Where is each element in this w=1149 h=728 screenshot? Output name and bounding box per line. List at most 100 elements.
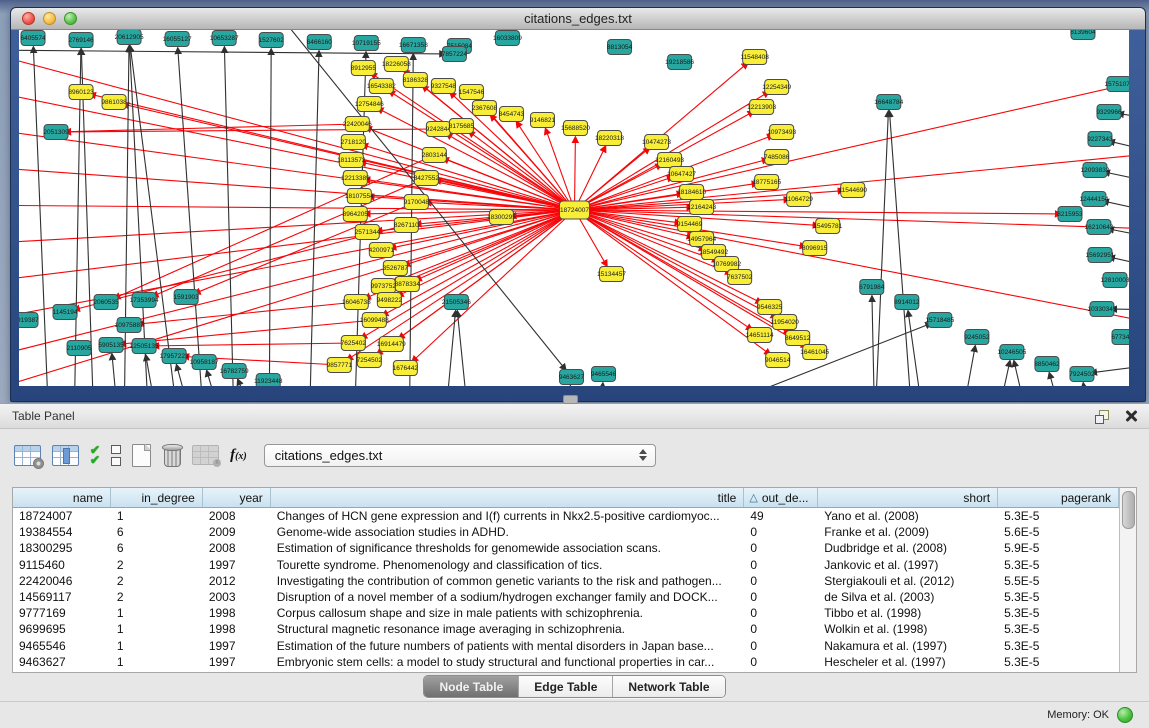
citation-edge-black[interactable] [1014, 361, 1030, 386]
table-cell[interactable]: 2 [111, 590, 203, 604]
table-cell[interactable]: 2008 [203, 541, 271, 555]
table-cell[interactable]: Wolkin et al. (1998) [818, 622, 998, 636]
delete-column-button[interactable] [162, 440, 181, 470]
table-cell[interactable]: 5.3E-5 [998, 639, 1119, 653]
table-cell[interactable]: Jankovic et al. (1997) [818, 558, 998, 572]
tab-network-table[interactable]: Network Table [612, 676, 724, 697]
network-window[interactable]: citations_edges.txt 18724007182260588912… [10, 7, 1146, 402]
table-row[interactable]: 2242004622012Investigating the contribut… [13, 573, 1119, 589]
table-row[interactable]: 1456911722003Disruption of a novel membe… [13, 589, 1119, 605]
table-cell[interactable]: 1997 [203, 558, 271, 572]
table-cell[interactable]: Dudbridge et al. (2008) [818, 541, 998, 555]
table-cell[interactable]: 19384554 [13, 525, 111, 539]
table-cell[interactable]: 5.3E-5 [998, 655, 1119, 669]
table-cell[interactable]: 9115460 [13, 558, 111, 572]
table-cell[interactable]: 1 [111, 622, 203, 636]
table-cell[interactable]: 2 [111, 558, 203, 572]
minimize-window-button[interactable] [43, 12, 56, 25]
network-window-titlebar[interactable]: citations_edges.txt [11, 8, 1145, 30]
table-cell[interactable]: 5.3E-5 [998, 606, 1119, 620]
table-cell[interactable]: 1 [111, 509, 203, 523]
citation-edge-black[interactable] [130, 46, 150, 386]
table-cell[interactable]: Stergiakouli et al. (2012) [818, 574, 998, 588]
table-cell[interactable]: 9699695 [13, 622, 111, 636]
citation-edge-black[interactable] [224, 47, 234, 386]
table-cell[interactable]: 6 [111, 525, 203, 539]
table-row[interactable]: 946554611997Estimation of the future num… [13, 638, 1119, 654]
table-cell[interactable]: Changes of HCN gene expression and I(f) … [271, 509, 745, 523]
table-cell[interactable]: 0 [744, 606, 818, 620]
citation-edge-black[interactable] [872, 296, 875, 386]
table-cell[interactable]: 2008 [203, 509, 271, 523]
table-cell[interactable]: Genome-wide association studies in ADHD. [271, 525, 745, 539]
citation-edge-black[interactable] [19, 50, 445, 54]
table-cell[interactable]: 1998 [203, 606, 271, 620]
citation-edge-black[interactable] [457, 311, 469, 386]
table-cell[interactable]: Yano et al. (2008) [818, 509, 998, 523]
table-cell[interactable]: 5.3E-5 [998, 509, 1119, 523]
citation-edge-red[interactable] [138, 302, 356, 324]
table-cell[interactable]: Estimation of the future numbers of pati… [271, 639, 745, 653]
table-selector-dropdown[interactable]: citations_edges.txt [264, 444, 656, 467]
column-header-out_de[interactable]: △out_de... [744, 488, 818, 507]
new-column-button[interactable] [132, 440, 151, 470]
citation-edge-red[interactable] [446, 134, 574, 210]
select-rows-button[interactable]: ✔✔ [90, 440, 100, 470]
table-cell[interactable]: Embryonic stem cells: a model to study s… [271, 655, 745, 669]
table-cell[interactable]: 22420046 [13, 574, 111, 588]
table-cell[interactable]: 5.5E-5 [998, 574, 1119, 588]
citation-edge-black[interactable] [600, 383, 603, 386]
table-cell[interactable]: 0 [744, 655, 818, 669]
table-cell[interactable]: Investigating the contribution of common… [271, 574, 745, 588]
citation-edge-black[interactable] [1104, 172, 1129, 190]
scrollbar-thumb[interactable] [1122, 491, 1135, 529]
table-cell[interactable]: 2003 [203, 590, 271, 604]
tab-node-table[interactable]: Node Table [424, 676, 518, 697]
table-cell[interactable]: Tourette syndrome. Phenomenology and cla… [271, 558, 745, 572]
close-panel-icon[interactable] [1125, 410, 1137, 422]
table-cell[interactable]: 1997 [203, 655, 271, 669]
table-cell[interactable]: 2012 [203, 574, 271, 588]
citation-edge-red[interactable] [19, 47, 575, 210]
table-cell[interactable]: 0 [744, 639, 818, 653]
citation-edge-red[interactable] [575, 137, 576, 210]
column-header-title[interactable]: title [271, 488, 745, 507]
table-cell[interactable]: 0 [744, 590, 818, 604]
table-cell[interactable]: 0 [744, 574, 818, 588]
table-row[interactable]: 1830029562008Estimation of significance … [13, 540, 1119, 556]
table-row[interactable]: 969969511998Structural magnetic resonanc… [13, 621, 1119, 637]
table-cell[interactable]: Corpus callosum shape and size in male p… [271, 606, 745, 620]
table-cell[interactable]: 5.9E-5 [998, 541, 1119, 555]
table-row[interactable]: 977716911998Corpus callosum shape and si… [13, 605, 1119, 621]
table-cell[interactable]: 1998 [203, 622, 271, 636]
citation-edge-red[interactable] [153, 343, 353, 346]
table-cell[interactable]: 18724007 [13, 509, 111, 523]
table-cell[interactable]: 6 [111, 541, 203, 555]
table-cell[interactable]: 5.3E-5 [998, 590, 1119, 604]
table-cell[interactable]: 1 [111, 655, 203, 669]
close-window-button[interactable] [22, 12, 35, 25]
column-header-pagerank[interactable]: pagerank [998, 488, 1119, 507]
table-cell[interactable]: 18300295 [13, 541, 111, 555]
table-cell[interactable]: 1 [111, 639, 203, 653]
column-header-in_degree[interactable]: in_degree [111, 488, 203, 507]
citation-edge-black[interactable] [309, 51, 319, 386]
table-cell[interactable]: 9465546 [13, 639, 111, 653]
column-header-year[interactable]: year [203, 488, 271, 507]
table-cell[interactable]: 5.3E-5 [998, 622, 1119, 636]
table-cell[interactable]: Tibbo et al. (1998) [818, 606, 998, 620]
citation-edge-black[interactable] [889, 111, 912, 386]
table-cell[interactable]: 14569117 [13, 590, 111, 604]
table-cell[interactable]: 0 [744, 622, 818, 636]
citation-edge-black[interactable] [960, 346, 975, 386]
citation-edge-red[interactable] [120, 320, 374, 344]
table-cell[interactable]: 0 [744, 558, 818, 572]
table-cell[interactable]: 0 [744, 541, 818, 555]
tab-edge-table[interactable]: Edge Table [518, 676, 612, 697]
table-cell[interactable]: Nakamura et al. (1997) [818, 639, 998, 653]
table-mode-button[interactable] [14, 440, 41, 470]
table-cell[interactable]: 1997 [203, 639, 271, 653]
table-cell[interactable]: 9463627 [13, 655, 111, 669]
table-cell[interactable]: 5.6E-5 [998, 525, 1119, 539]
citation-edge-black[interactable] [176, 365, 194, 386]
